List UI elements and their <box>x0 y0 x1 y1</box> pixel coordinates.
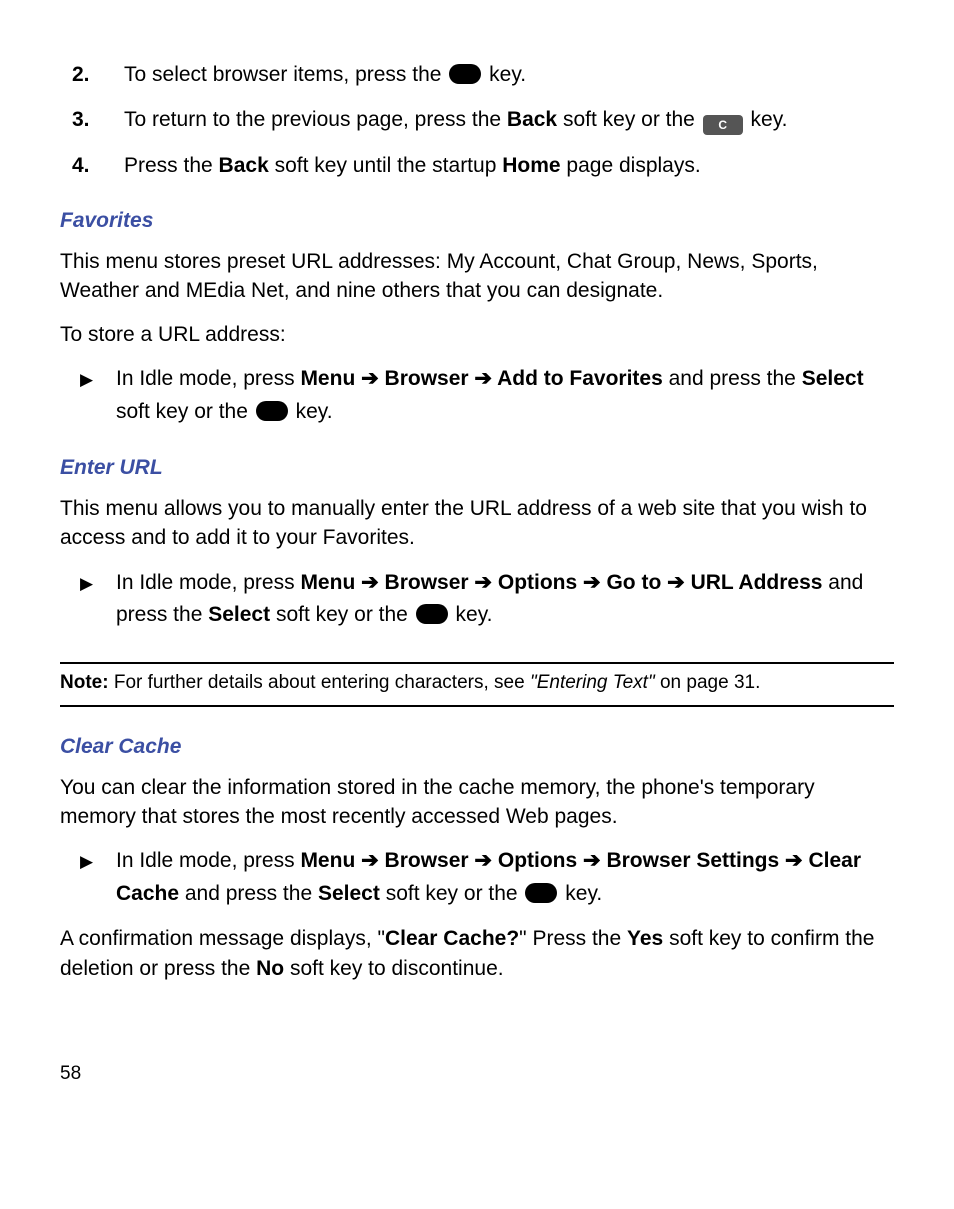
text: key. <box>751 108 788 131</box>
step-4: 4. Press the Back soft key until the sta… <box>60 151 894 180</box>
enter-url-p1: This menu allows you to manually enter t… <box>60 494 894 553</box>
text: In Idle mode, press <box>116 571 300 594</box>
text: To select browser items, press the <box>124 63 447 86</box>
enter-url-bullet: ▶ In Idle mode, press Menu ➔ Browser ➔ O… <box>80 567 894 632</box>
favorites-p2: To store a URL address: <box>60 320 894 349</box>
clear-cache-heading: Clear Cache <box>60 735 894 759</box>
arrow-icon: ➔ <box>474 571 497 594</box>
text: and press the <box>669 367 802 390</box>
arrow-icon: ➔ <box>361 571 384 594</box>
text: Press the <box>124 154 219 177</box>
step-body: Press the Back soft key until the startu… <box>124 151 894 180</box>
text: key. <box>456 603 493 626</box>
ok-key-icon <box>416 604 448 624</box>
step-num: 2. <box>60 60 124 89</box>
text: on page 31. <box>660 672 760 693</box>
note-reference: "Entering Text" <box>530 672 655 693</box>
step-3: 3. To return to the previous page, press… <box>60 105 894 135</box>
clear-cache-p2: A confirmation message displays, "Clear … <box>60 924 894 983</box>
text: soft key or the <box>116 400 254 423</box>
select-label: Select <box>318 882 380 905</box>
select-label: Select <box>208 603 270 626</box>
text: A confirmation message displays, " <box>60 927 385 950</box>
ok-key-icon <box>449 64 481 84</box>
back-label: Back <box>219 154 269 177</box>
c-key-icon: C <box>703 115 743 135</box>
clear-cache-bullet: ▶ In Idle mode, press Menu ➔ Browser ➔ O… <box>80 845 894 910</box>
arrow-icon: ➔ <box>667 571 690 594</box>
divider <box>60 662 894 664</box>
yes-label: Yes <box>627 927 663 950</box>
ok-key-icon <box>525 883 557 903</box>
arrow-icon: ➔ <box>474 367 497 390</box>
arrow-icon: ➔ <box>361 367 384 390</box>
browser-label: Browser <box>385 571 469 594</box>
enter-url-heading: Enter URL <box>60 456 894 480</box>
text: key. <box>565 882 602 905</box>
text: For further details about entering chara… <box>114 672 530 693</box>
text: soft key or the <box>386 882 524 905</box>
text: In Idle mode, press <box>116 367 300 390</box>
note-label: Note: <box>60 672 109 693</box>
text: soft key until the startup <box>275 154 503 177</box>
browser-settings-label: Browser Settings <box>606 849 779 872</box>
no-label: No <box>256 957 284 980</box>
favorites-p1: This menu stores preset URL addresses: M… <box>60 247 894 306</box>
bullet-body: In Idle mode, press Menu ➔ Browser ➔ Opt… <box>116 567 894 632</box>
clear-cache-prompt: Clear Cache? <box>385 927 519 950</box>
step-2: 2. To select browser items, press the ke… <box>60 60 894 89</box>
bullet-body: In Idle mode, press Menu ➔ Browser ➔ Add… <box>116 363 894 428</box>
clear-cache-p1: You can clear the information stored in … <box>60 773 894 832</box>
favorites-bullet: ▶ In Idle mode, press Menu ➔ Browser ➔ A… <box>80 363 894 428</box>
page-number: 58 <box>60 1063 894 1085</box>
text: and press the <box>185 882 318 905</box>
text: In Idle mode, press <box>116 849 300 872</box>
options-label: Options <box>498 571 577 594</box>
text: key. <box>489 63 526 86</box>
step-body: To return to the previous page, press th… <box>124 105 894 135</box>
url-address-label: URL Address <box>691 571 823 594</box>
home-label: Home <box>502 154 560 177</box>
text: key. <box>296 400 333 423</box>
bullet-icon: ▶ <box>80 363 116 428</box>
text: soft key or the <box>276 603 414 626</box>
text: " Press the <box>519 927 627 950</box>
browser-label: Browser <box>385 367 469 390</box>
bullet-body: In Idle mode, press Menu ➔ Browser ➔ Opt… <box>116 845 894 910</box>
back-label: Back <box>507 108 557 131</box>
select-label: Select <box>802 367 864 390</box>
step-num: 3. <box>60 105 124 135</box>
ok-key-icon <box>256 401 288 421</box>
arrow-icon: ➔ <box>474 849 497 872</box>
text: soft key or the <box>563 108 701 131</box>
step-body: To select browser items, press the key. <box>124 60 894 89</box>
note: Note: For further details about entering… <box>60 670 894 697</box>
step-num: 4. <box>60 151 124 180</box>
options-label: Options <box>498 849 577 872</box>
arrow-icon: ➔ <box>785 849 808 872</box>
arrow-icon: ➔ <box>361 849 384 872</box>
menu-label: Menu <box>300 571 355 594</box>
bullet-icon: ▶ <box>80 845 116 910</box>
arrow-icon: ➔ <box>583 571 606 594</box>
add-favorites-label: Add to Favorites <box>497 367 663 390</box>
menu-label: Menu <box>300 849 355 872</box>
bullet-icon: ▶ <box>80 567 116 632</box>
text: soft key to discontinue. <box>284 957 503 980</box>
goto-label: Go to <box>606 571 661 594</box>
divider <box>60 705 894 707</box>
text: To return to the previous page, press th… <box>124 108 507 131</box>
browser-label: Browser <box>385 849 469 872</box>
menu-label: Menu <box>300 367 355 390</box>
text: page displays. <box>566 154 700 177</box>
arrow-icon: ➔ <box>583 849 606 872</box>
favorites-heading: Favorites <box>60 209 894 233</box>
